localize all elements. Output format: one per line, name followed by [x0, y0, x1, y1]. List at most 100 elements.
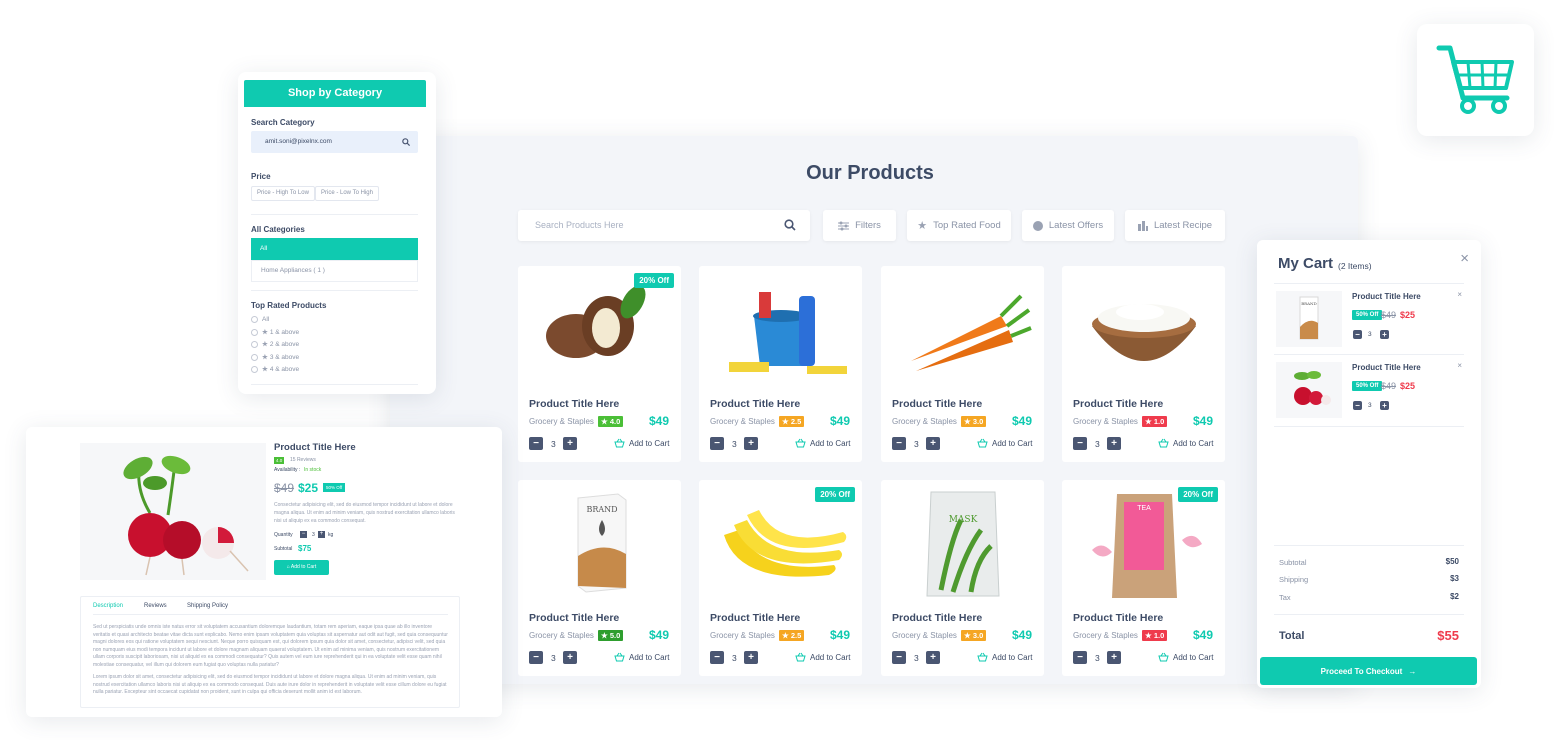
star-icon: ★: [262, 329, 268, 336]
detail-add-to-cart-button[interactable]: ⌂ Add to Cart: [274, 560, 329, 575]
product-title[interactable]: Product Title Here: [1073, 612, 1163, 624]
add-to-cart-button[interactable]: Add to Cart: [795, 652, 850, 662]
product-title[interactable]: Product Title Here: [710, 398, 800, 410]
product-card[interactable]: TEA 20% Off Product Title Here Grocery & St…: [1062, 480, 1225, 676]
divider: [251, 290, 418, 291]
remove-item-icon[interactable]: ×: [1457, 290, 1462, 299]
cart-qty-plus-button[interactable]: +: [1380, 401, 1389, 410]
qty-value[interactable]: 3: [551, 653, 556, 663]
add-to-cart-button[interactable]: Add to Cart: [1158, 652, 1213, 662]
rated-option-2[interactable]: ★ 2 & above: [251, 340, 299, 348]
qty-value[interactable]: 3: [914, 439, 919, 449]
subtotal-label: Subtotal: [274, 546, 293, 552]
product-card[interactable]: 20% Off Product Title Here Grocery & Stapl…: [699, 480, 862, 676]
proceed-checkout-button[interactable]: Proceed To Checkout →: [1260, 657, 1477, 685]
top-rated-button[interactable]: ★ Top Rated Food: [907, 210, 1011, 241]
product-title[interactable]: Product Title Here: [1073, 398, 1163, 410]
product-title[interactable]: Product Title Here: [529, 612, 619, 624]
cart-qty-value[interactable]: 3: [1368, 331, 1372, 338]
qty-value[interactable]: 3: [1095, 653, 1100, 663]
cart-item-image-box: BRAND: [1276, 291, 1342, 347]
qty-minus-button[interactable]: −: [892, 437, 906, 450]
add-to-cart-button[interactable]: Add to Cart: [614, 438, 669, 448]
product-card[interactable]: Product Title Here Grocery & Staples ★ 1.0…: [1062, 266, 1225, 462]
product-price: $49: [648, 628, 669, 642]
rated-option-3[interactable]: ★ 3 & above: [251, 353, 299, 361]
rated-option-all[interactable]: All: [251, 316, 269, 323]
product-search-input[interactable]: Search Products Here: [518, 210, 810, 241]
basket-icon: [1158, 438, 1169, 448]
price-high-low-option[interactable]: Price - High To Low: [251, 186, 315, 201]
rated-option-1[interactable]: ★ 1 & above: [251, 328, 299, 336]
product-title[interactable]: Product Title Here: [710, 612, 800, 624]
qty-minus-button[interactable]: −: [892, 651, 906, 664]
qty-value[interactable]: 3: [551, 439, 556, 449]
divider: [1274, 614, 1464, 615]
category-item-home-appliances[interactable]: Home Appliances ( 1 ): [251, 260, 418, 282]
search-icon[interactable]: [784, 219, 796, 231]
cart-qty-plus-button[interactable]: +: [1380, 330, 1389, 339]
product-title[interactable]: Product Title Here: [529, 398, 619, 410]
add-to-cart-button[interactable]: Add to Cart: [614, 652, 669, 662]
product-card[interactable]: Product Title Here Grocery & Staples ★ 2.5…: [699, 266, 862, 462]
latest-recipe-button[interactable]: Latest Recipe: [1125, 210, 1225, 241]
remove-item-icon[interactable]: ×: [1457, 361, 1462, 370]
product-category: Grocery & Staples: [1073, 631, 1138, 640]
qty-value[interactable]: 3: [732, 439, 737, 449]
qty-value[interactable]: 3: [732, 653, 737, 663]
cart-qty-value[interactable]: 3: [1368, 402, 1372, 409]
search-icon[interactable]: [402, 138, 410, 146]
qty-plus-button[interactable]: +: [926, 437, 940, 450]
price-low-high-option[interactable]: Price - Low To High: [315, 186, 379, 201]
availability-value: In stock: [304, 467, 322, 473]
product-card[interactable]: 20% Off Product Title Here Grocery & Stapl…: [518, 266, 681, 462]
rated-option-4[interactable]: ★ 4 & above: [251, 365, 299, 373]
arrow-right-icon: →: [1408, 666, 1417, 676]
detail-reviews[interactable]: 15 Reviews: [290, 457, 316, 463]
qty-value[interactable]: 3: [312, 532, 315, 538]
divider: [1274, 354, 1464, 355]
cart-item-badge: 50% Off: [1352, 381, 1383, 391]
discount-badge: 20% Off: [1178, 487, 1218, 502]
qty-minus-button[interactable]: −: [1073, 437, 1087, 450]
product-card[interactable]: Product Title Here Grocery & Staples ★ 3.0…: [881, 266, 1044, 462]
qty-value[interactable]: 3: [1095, 439, 1100, 449]
qty-plus-button[interactable]: +: [926, 651, 940, 664]
product-title[interactable]: Product Title Here: [892, 398, 982, 410]
add-to-cart-button[interactable]: Add to Cart: [977, 438, 1032, 448]
qty-plus-button[interactable]: +: [318, 531, 325, 538]
qty-plus-button[interactable]: +: [1107, 437, 1121, 450]
qty-minus-button[interactable]: −: [710, 651, 724, 664]
qty-plus-button[interactable]: +: [563, 437, 577, 450]
qty-plus-button[interactable]: +: [563, 651, 577, 664]
qty-plus-button[interactable]: +: [1107, 651, 1121, 664]
product-card[interactable]: MASK Product Title Here Grocery & Staples ★…: [881, 480, 1044, 676]
qty-value[interactable]: 3: [914, 653, 919, 663]
product-title[interactable]: Product Title Here: [892, 612, 982, 624]
add-to-cart-button[interactable]: Add to Cart: [977, 652, 1032, 662]
category-search-input[interactable]: amit.soni@pixelnx.com: [251, 131, 418, 153]
shopping-cart-icon: [1436, 45, 1514, 114]
product-card[interactable]: BRAND Product Title Here Grocery & Staples…: [518, 480, 681, 676]
add-to-cart-button[interactable]: Add to Cart: [795, 438, 850, 448]
qty-minus-button[interactable]: −: [1073, 651, 1087, 664]
quantity-label: Quantity: [274, 532, 293, 538]
qty-minus-button[interactable]: −: [710, 437, 724, 450]
close-icon[interactable]: ×: [1460, 250, 1469, 267]
cart-item-badge: 50% Off: [1352, 310, 1383, 320]
qty-minus-button[interactable]: −: [529, 651, 543, 664]
qty-plus-button[interactable]: +: [744, 651, 758, 664]
cart-icon-tile[interactable]: [1417, 24, 1534, 136]
add-to-cart-button[interactable]: Add to Cart: [1158, 438, 1213, 448]
tab-reviews[interactable]: Reviews: [144, 603, 167, 609]
cart-qty-minus-button[interactable]: −: [1353, 330, 1362, 339]
latest-offers-button[interactable]: Latest Offers: [1022, 210, 1114, 241]
tab-description[interactable]: Description: [93, 603, 123, 609]
qty-plus-button[interactable]: +: [744, 437, 758, 450]
qty-minus-button[interactable]: −: [300, 531, 307, 538]
qty-minus-button[interactable]: −: [529, 437, 543, 450]
category-item-all[interactable]: All: [251, 238, 418, 260]
filters-button[interactable]: Filters: [823, 210, 896, 241]
cart-qty-minus-button[interactable]: −: [1353, 401, 1362, 410]
tab-shipping-policy[interactable]: Shipping Policy: [187, 603, 228, 609]
